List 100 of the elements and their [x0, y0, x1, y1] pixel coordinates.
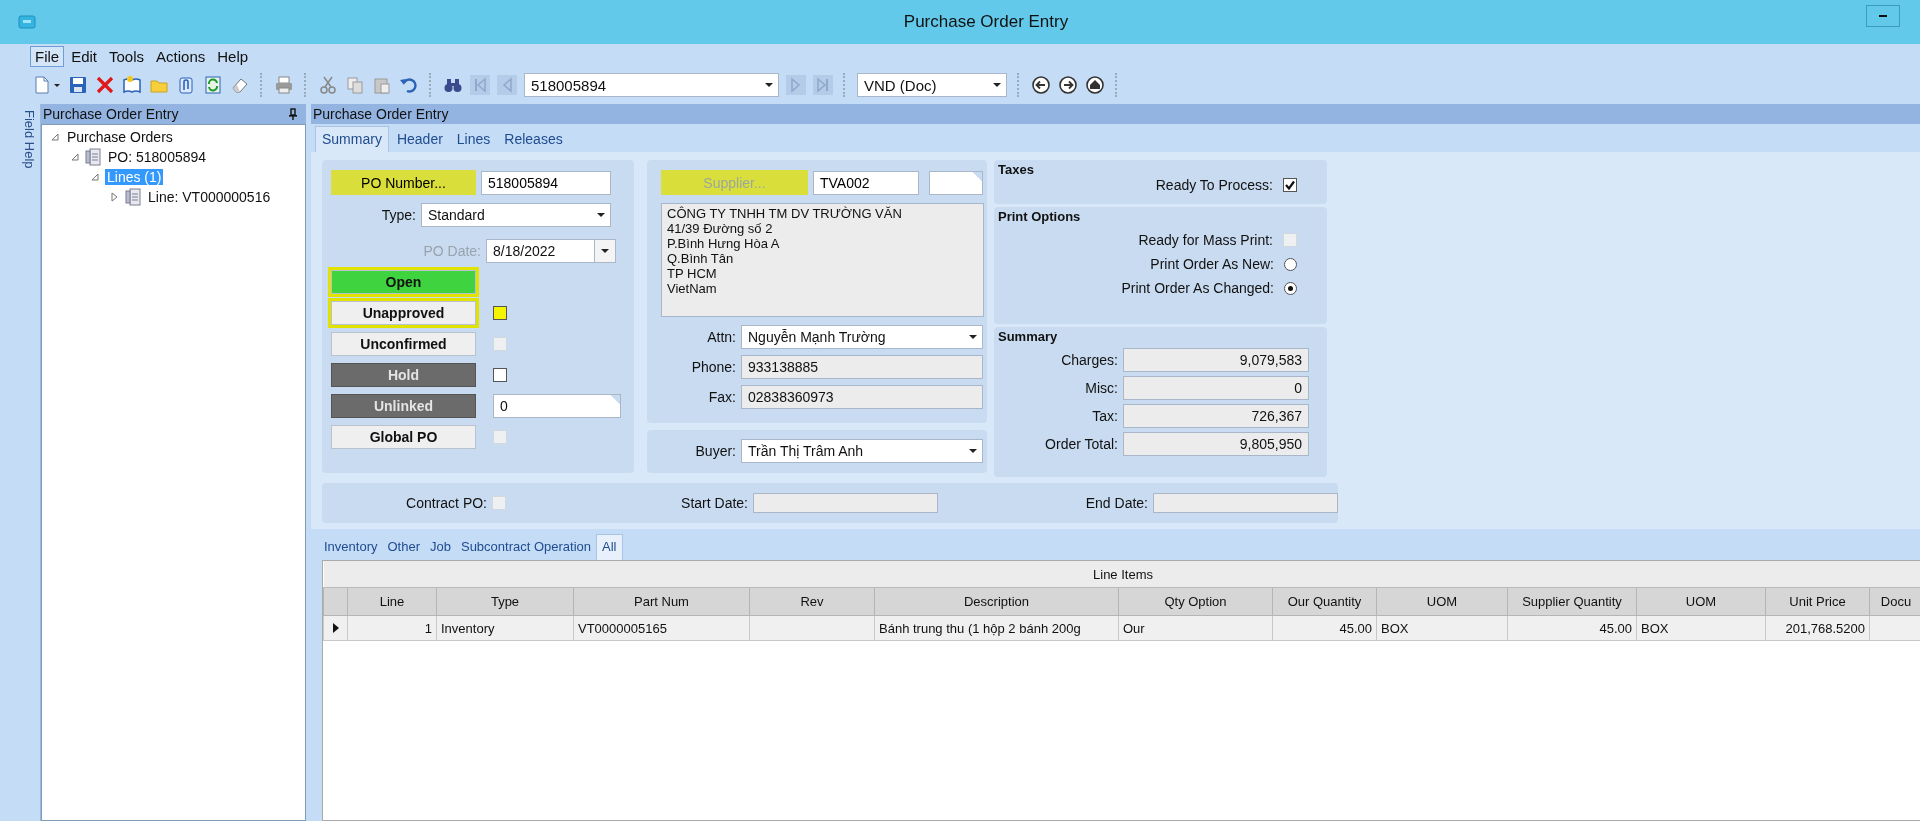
paperclip-icon[interactable]	[176, 75, 196, 95]
type-dropdown[interactable]: Standard	[421, 203, 611, 227]
status-button[interactable]: Unlinked	[331, 394, 476, 418]
column-header[interactable]: Rev	[749, 587, 875, 616]
delete-icon[interactable]	[95, 75, 115, 95]
field-label: Ready for Mass Print:	[1138, 232, 1273, 248]
field-label: Start Date:	[680, 495, 748, 511]
menu-item[interactable]: Tools	[104, 45, 150, 67]
status-button[interactable]: Hold	[331, 363, 476, 387]
printer-icon[interactable]	[274, 75, 294, 95]
checkbox[interactable]	[493, 368, 507, 382]
column-header[interactable]: Our Quantity	[1272, 587, 1377, 616]
field-label: Phone:	[690, 359, 736, 375]
field-label: Tax:	[1091, 408, 1118, 424]
count-field[interactable]: 0	[493, 394, 621, 418]
caret-icon[interactable]	[992, 81, 1002, 89]
start-date-field[interactable]	[753, 493, 938, 513]
column-header[interactable]: Supplier Quantity	[1507, 587, 1637, 616]
menu-item[interactable]: Help	[212, 45, 254, 67]
tree-item[interactable]: Purchase Orders	[65, 129, 175, 145]
record-dropdown[interactable]: 518005894	[524, 73, 779, 97]
caret-icon[interactable]	[968, 333, 978, 341]
table-cell: 45.00	[1507, 615, 1637, 641]
amount-field: 9,805,950	[1123, 432, 1309, 456]
pin-icon[interactable]	[288, 108, 298, 120]
column-header[interactable]: UOM	[1376, 587, 1508, 616]
caret-icon[interactable]	[596, 211, 606, 219]
menu-item[interactable]: File	[30, 45, 65, 67]
buyer-dropdown[interactable]: Trần Thị Trâm Anh	[741, 439, 983, 463]
status-button[interactable]: Unapproved	[331, 301, 476, 325]
tab[interactable]: Inventory	[319, 535, 383, 560]
book-icon[interactable]	[122, 75, 142, 95]
scissors-icon[interactable]	[318, 75, 338, 95]
back-icon[interactable]	[1031, 75, 1051, 95]
app-icon	[18, 15, 36, 29]
column-header[interactable]: Type	[436, 587, 574, 616]
table-cell: 45.00	[1272, 615, 1377, 641]
minimize-button[interactable]	[1866, 5, 1900, 27]
field-label: Print Order As New:	[1150, 256, 1274, 272]
menu-item[interactable]: Edit	[66, 45, 103, 67]
tree-item[interactable]: PO: 518005894	[106, 149, 209, 165]
status-button[interactable]: Open	[331, 270, 476, 294]
field-label: Contract PO:	[405, 495, 487, 511]
amount-field: 0	[1123, 376, 1309, 400]
tab[interactable]: Subcontract Operation	[455, 535, 597, 560]
checkbox[interactable]	[493, 306, 507, 320]
menu-item[interactable]: Actions	[151, 45, 211, 67]
tab[interactable]: Job	[425, 535, 456, 560]
po-number-field[interactable]: 518005894	[481, 170, 611, 195]
collapse-icon[interactable]	[70, 152, 80, 162]
field-label: Buyer:	[694, 443, 736, 459]
field-label: Ready To Process:	[1155, 177, 1273, 193]
radio-button[interactable]	[1284, 281, 1297, 295]
tab[interactable]: Header	[390, 127, 449, 152]
field-label: Print Order As Changed:	[1121, 280, 1274, 296]
tree-item[interactable]: Line: VT000000516	[146, 189, 273, 205]
table-cell: Bánh trung thu (1 hộp 2 bánh 200g	[874, 615, 1119, 641]
column-header[interactable]: Line	[347, 587, 437, 616]
expand-icon[interactable]	[110, 192, 120, 202]
amount-field: 726,367	[1123, 404, 1309, 428]
field-label: Misc:	[1084, 380, 1118, 396]
table-cell: BOX	[1636, 615, 1766, 641]
column-header[interactable]: Unit Price	[1765, 587, 1870, 616]
field-help-tab[interactable]: Field Help	[20, 104, 37, 169]
refresh-icon[interactable]	[203, 75, 223, 95]
table-cell: Inventory	[436, 615, 574, 641]
column-header[interactable]: UOM	[1636, 587, 1766, 616]
caret-icon[interactable]	[600, 247, 610, 255]
group-title: Print Options	[998, 209, 1082, 224]
column-header[interactable]: Description	[874, 587, 1119, 616]
field-label: Charges:	[1060, 352, 1118, 368]
group-title: Taxes	[998, 162, 1035, 177]
tab[interactable]: Other	[382, 535, 425, 560]
undo-icon[interactable]	[399, 75, 419, 95]
tab[interactable]: Lines	[450, 127, 497, 152]
field-label: Fax:	[707, 389, 736, 405]
tab[interactable]: Summary	[315, 126, 389, 152]
collapse-icon[interactable]	[90, 172, 100, 182]
collapse-icon[interactable]	[50, 132, 60, 142]
currency-dropdown[interactable]: VND (Doc)	[857, 73, 1007, 97]
save-icon[interactable]	[68, 75, 88, 95]
table-cell: 201,768.5200	[1765, 615, 1870, 641]
po-number-button[interactable]: PO Number...	[331, 170, 476, 195]
supplier-extra-field[interactable]	[929, 170, 983, 195]
home-icon[interactable]	[1085, 75, 1105, 95]
column-header[interactable]: Part Num	[573, 587, 750, 616]
panel-title: Purchase Order Entry	[313, 106, 449, 122]
end-date-field[interactable]	[1153, 493, 1338, 513]
column-header[interactable]: Qty Option	[1118, 587, 1273, 616]
panel-title: Purchase Order Entry	[43, 106, 179, 122]
field-label: Attn:	[706, 329, 736, 345]
forward-icon[interactable]	[1058, 75, 1078, 95]
radio-button[interactable]	[1284, 257, 1297, 271]
caret-icon[interactable]	[968, 447, 978, 455]
clipboard-icon[interactable]	[372, 75, 392, 95]
tab[interactable]: Releases	[498, 127, 569, 152]
caret-icon[interactable]	[764, 81, 774, 89]
checkbox[interactable]	[1283, 178, 1297, 192]
tab[interactable]: All	[596, 534, 623, 560]
window-title: Purchase Order Entry	[902, 12, 1070, 32]
